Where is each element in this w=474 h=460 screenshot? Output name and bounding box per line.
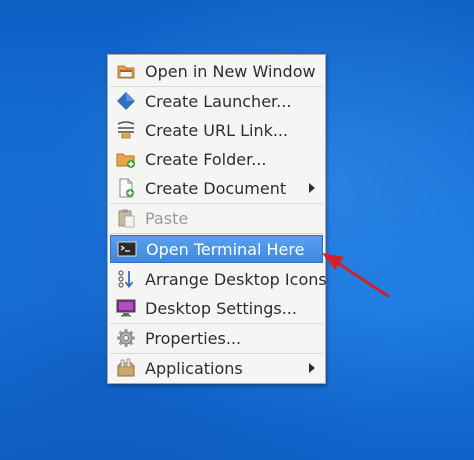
menu-item-applications[interactable]: Applications: [110, 354, 323, 382]
menu-item-create-url-link[interactable]: Create URL Link...: [110, 116, 323, 144]
menu-item-label: Open Terminal Here: [146, 239, 305, 259]
gear-icon: [116, 328, 136, 348]
document-add-icon: [116, 178, 136, 198]
menu-item-desktop-settings[interactable]: Desktop Settings...: [110, 294, 323, 322]
menu-item-label: Open in New Window: [145, 61, 316, 81]
desktop-context-menu: Open in New Window Create Launcher... Cr…: [107, 54, 327, 384]
menu-item-open-new-window[interactable]: Open in New Window: [110, 57, 323, 85]
clipboard-icon: [116, 208, 136, 228]
url-link-icon: [116, 120, 136, 140]
submenu-arrow-icon: [309, 363, 315, 373]
menu-item-label: Applications: [145, 358, 243, 378]
menu-item-label: Create URL Link...: [145, 120, 289, 140]
applications-icon: [116, 358, 136, 378]
menu-item-create-document[interactable]: Create Document: [110, 174, 323, 202]
menu-item-label: Desktop Settings...: [145, 298, 297, 318]
menu-item-paste[interactable]: Paste: [110, 204, 323, 232]
menu-item-open-terminal-here[interactable]: Open Terminal Here: [110, 235, 323, 263]
menu-item-create-launcher[interactable]: Create Launcher...: [110, 87, 323, 115]
folder-add-icon: [116, 149, 136, 169]
terminal-icon: [117, 239, 137, 259]
menu-item-arrange-desktop-icons[interactable]: Arrange Desktop Icons: [110, 265, 327, 293]
menu-item-label: Create Document: [145, 178, 287, 198]
menu-item-create-folder[interactable]: Create Folder...: [110, 145, 323, 173]
menu-item-label: Arrange Desktop Icons: [145, 269, 327, 289]
menu-item-label: Create Launcher...: [145, 91, 292, 111]
arrange-icons-icon: [116, 269, 136, 289]
menu-item-label: Properties...: [145, 328, 242, 348]
menu-separator: [110, 233, 323, 234]
submenu-arrow-icon: [309, 183, 315, 193]
menu-item-label: Paste: [145, 208, 189, 228]
launcher-diamond-icon: [116, 91, 136, 111]
monitor-icon: [116, 298, 136, 318]
folder-window-icon: [116, 61, 136, 81]
menu-item-properties[interactable]: Properties...: [110, 324, 323, 352]
menu-item-label: Create Folder...: [145, 149, 267, 169]
